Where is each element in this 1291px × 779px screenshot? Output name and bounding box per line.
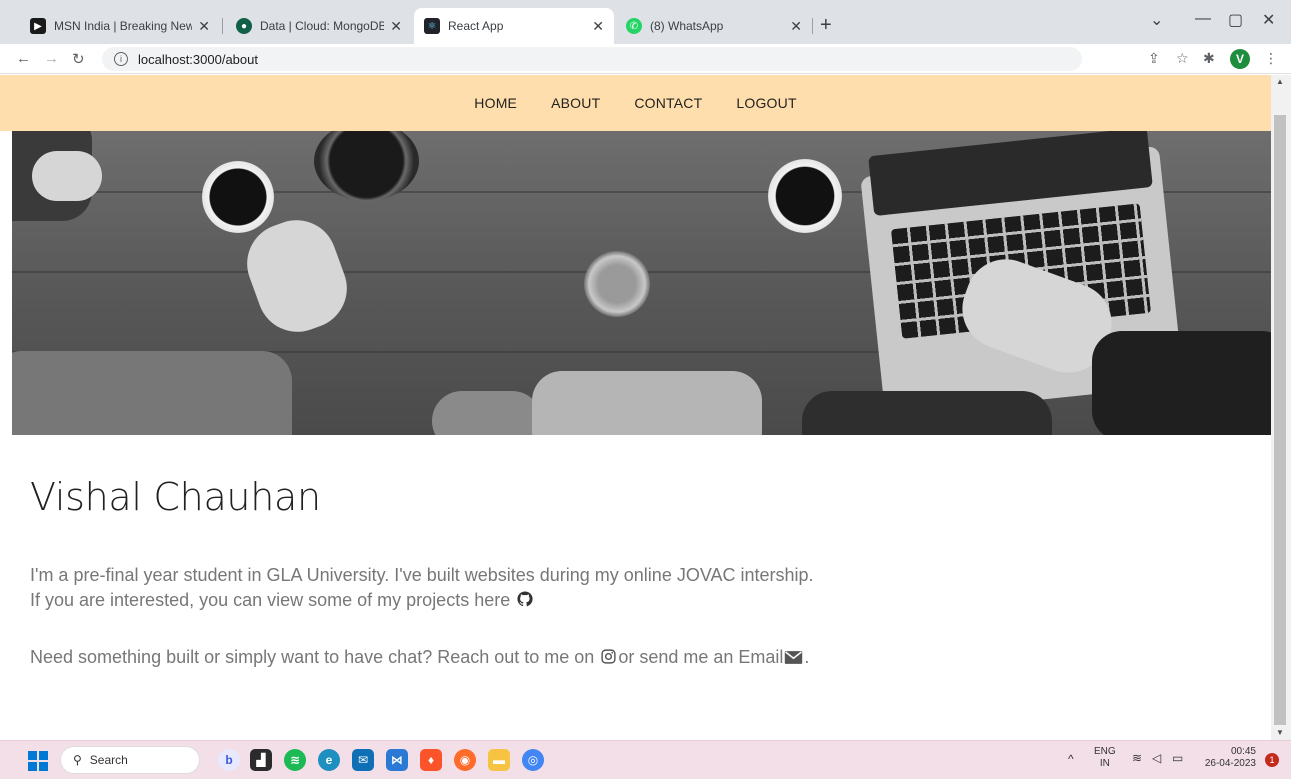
msn-icon: ▶ xyxy=(30,18,46,34)
instagram-icon[interactable] xyxy=(600,647,617,672)
mongodb-icon: ● xyxy=(236,18,252,34)
tab-mongodb[interactable]: ● Data | Cloud: MongoDB Cloud ✕ xyxy=(226,8,412,44)
github-icon[interactable] xyxy=(516,590,534,615)
site-navbar: HOME ABOUT CONTACT LOGOUT xyxy=(0,75,1271,131)
nav-contact[interactable]: CONTACT xyxy=(634,95,702,111)
tab-search-chevron-icon[interactable]: ⌄ xyxy=(1150,10,1163,30)
wifi-icon[interactable]: ≋ xyxy=(1132,752,1142,764)
firefox-icon[interactable]: ◉ xyxy=(454,749,476,771)
clock-date: 26-04-2023 xyxy=(1204,758,1256,769)
mail-icon[interactable]: ✉ xyxy=(352,749,374,771)
file-explorer-icon[interactable]: ▬ xyxy=(488,749,510,771)
edge-icon[interactable]: e xyxy=(318,749,340,771)
url-text: localhost:3000/about xyxy=(138,51,258,67)
about-paragraph-2: Need something built or simply want to h… xyxy=(30,645,809,672)
windows-start-icon[interactable] xyxy=(28,751,48,771)
share-icon[interactable]: ⇪ xyxy=(1148,50,1160,67)
site-info-icon[interactable]: i xyxy=(114,52,128,66)
search-label: Search xyxy=(89,753,128,767)
profile-avatar[interactable]: V xyxy=(1230,49,1250,69)
scroll-down-icon[interactable]: ▼ xyxy=(1276,728,1284,737)
close-icon[interactable]: ✕ xyxy=(198,18,210,35)
windows-taskbar: ⚲ Search b ▟ ≋ e ✉ ⋈ ♦ ◉ ▬ ◎ ^ ENG IN ≋ … xyxy=(0,740,1291,779)
clock-time: 00:45 xyxy=(1230,746,1256,757)
projects-text: If you are interested, you can view some… xyxy=(30,590,511,610)
close-icon[interactable]: ✕ xyxy=(790,18,802,35)
contact-text-before: Need something built or simply want to h… xyxy=(30,647,595,667)
contact-text-end: . xyxy=(804,647,810,667)
minimize-icon[interactable]: — xyxy=(1195,10,1211,28)
react-icon: ⚛ xyxy=(424,18,440,34)
nav-logout[interactable]: LOGOUT xyxy=(736,95,796,111)
about-paragraph-1: I'm a pre-final year student in GLA Univ… xyxy=(30,563,814,615)
volume-icon[interactable]: ◁ xyxy=(1152,752,1161,764)
battery-icon[interactable]: ▭ xyxy=(1172,752,1183,764)
nav-about[interactable]: ABOUT xyxy=(551,95,600,111)
restore-icon[interactable]: ▢ xyxy=(1228,10,1243,30)
reload-icon[interactable]: ↻ xyxy=(72,50,85,68)
page-viewport: HOME ABOUT CONTACT LOGOUT Vishal Chauhan… xyxy=(0,75,1271,740)
chrome-icon[interactable]: ◎ xyxy=(522,749,544,771)
tab-title: MSN India | Breaking News, Ente xyxy=(54,19,193,33)
window-close-icon[interactable]: ✕ xyxy=(1262,10,1275,30)
bookmark-star-icon[interactable]: ☆ xyxy=(1176,50,1189,67)
whatsapp-icon: ✆ xyxy=(626,18,642,34)
menu-dots-icon[interactable]: ⋮ xyxy=(1264,50,1278,67)
hero-image xyxy=(12,131,1271,435)
tray-overflow-icon[interactable]: ^ xyxy=(1068,753,1074,765)
bing-icon[interactable]: b xyxy=(218,749,240,771)
scroll-up-icon[interactable]: ▲ xyxy=(1276,77,1284,86)
tab-title: Data | Cloud: MongoDB Cloud xyxy=(260,19,385,33)
language-indicator[interactable]: ENG IN xyxy=(1094,746,1116,770)
nav-home[interactable]: HOME xyxy=(474,95,517,111)
lang-bottom: IN xyxy=(1099,758,1110,769)
page-scrollbar[interactable]: ▲ ▼ xyxy=(1271,75,1291,740)
about-content: Vishal Chauhan I'm a pre-final year stud… xyxy=(30,475,1230,667)
tab-whatsapp[interactable]: ✆ (8) WhatsApp ✕ xyxy=(616,8,812,44)
lang-top: ENG xyxy=(1094,746,1116,757)
browser-toolbar: ← → ↻ i localhost:3000/about ⇪ ☆ ✱ ▯ V ⋮ xyxy=(0,44,1291,74)
tab-msn[interactable]: ▶ MSN India | Breaking News, Ente ✕ xyxy=(20,8,220,44)
back-icon[interactable]: ← xyxy=(16,50,31,67)
page-title: Vishal Chauhan xyxy=(30,475,321,519)
search-icon: ⚲ xyxy=(73,753,82,767)
browser-tab-strip: ▶ MSN India | Breaking News, Ente ✕ ● Da… xyxy=(0,0,1291,44)
tab-separator xyxy=(222,18,223,34)
clock[interactable]: 00:45 26-04-2023 xyxy=(1196,746,1256,770)
close-icon[interactable]: ✕ xyxy=(592,18,604,35)
brave-icon[interactable]: ♦ xyxy=(420,749,442,771)
tab-react-app[interactable]: ⚛ React App ✕ xyxy=(414,8,614,44)
vscode-icon[interactable]: ⋈ xyxy=(386,749,408,771)
extensions-puzzle-icon[interactable]: ✱ xyxy=(1203,50,1215,67)
spotify-icon[interactable]: ≋ xyxy=(284,749,306,771)
close-icon[interactable]: ✕ xyxy=(390,18,402,35)
tab-title: (8) WhatsApp xyxy=(650,19,724,33)
new-tab-button[interactable]: + xyxy=(820,14,832,37)
tab-title: React App xyxy=(448,19,504,33)
taskbar-search[interactable]: ⚲ Search xyxy=(60,746,200,774)
tab-separator xyxy=(812,18,813,34)
task-view-icon[interactable]: ▟ xyxy=(250,749,272,771)
address-bar[interactable]: i localhost:3000/about xyxy=(102,47,1082,71)
email-icon[interactable] xyxy=(784,647,803,672)
forward-icon[interactable]: → xyxy=(44,50,59,67)
contact-text-middle: or send me an Email xyxy=(618,647,784,667)
scrollbar-thumb[interactable] xyxy=(1274,115,1286,725)
notification-badge[interactable]: 1 xyxy=(1265,753,1279,767)
intro-text: I'm a pre-final year student in GLA Univ… xyxy=(30,565,814,585)
